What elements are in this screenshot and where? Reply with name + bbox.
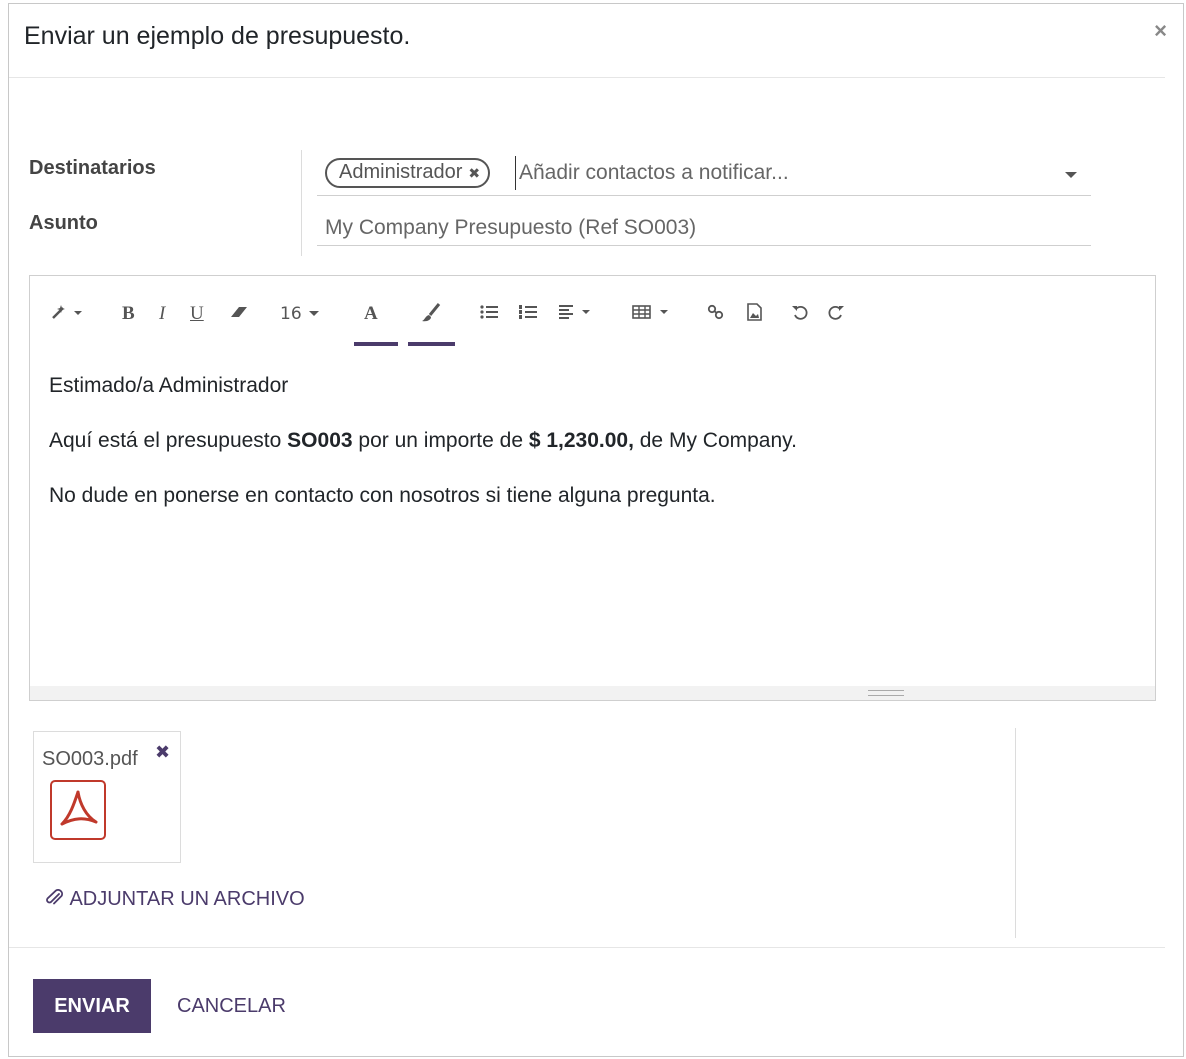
image-icon (747, 303, 762, 321)
underline-button[interactable]: U (190, 302, 204, 326)
paint-brush-icon (422, 303, 441, 322)
pdf-icon (50, 780, 106, 840)
recipients-label: Destinatarios (29, 157, 156, 179)
quote-summary-line: Aquí está el presupuesto SO003 por un im… (49, 429, 797, 484)
italic-button[interactable]: I (159, 302, 165, 326)
subject-field[interactable]: My Company Presupuesto (Ref SO003) (317, 208, 1091, 246)
quote-reference: SO003 (287, 429, 353, 452)
send-button[interactable]: ENVIAR (33, 979, 151, 1033)
link-button[interactable] (706, 302, 726, 329)
attachments-divider (1015, 728, 1016, 938)
cancel-button[interactable]: CANCELAR (169, 979, 294, 1033)
highlight-color-swatch (408, 342, 455, 346)
summary-mid: por un importe de (352, 429, 529, 452)
numbered-list-icon (519, 305, 537, 319)
recipient-tag-label: Administrador (339, 161, 463, 183)
recipient-tag: Administrador ✖ (325, 158, 491, 188)
editor-toolbar: B I U 16 A (30, 276, 1155, 352)
eraser-icon (231, 307, 247, 317)
bullet-list-icon (480, 305, 498, 319)
style-dropdown[interactable] (50, 302, 84, 329)
bold-button[interactable]: B (122, 302, 135, 326)
recipients-field[interactable]: Administrador ✖ (317, 154, 1091, 196)
remove-attachment-icon[interactable]: ✖ (155, 742, 170, 763)
redo-button[interactable] (826, 302, 846, 329)
link-icon (707, 304, 724, 320)
font-color-swatch (354, 342, 398, 346)
font-size-value: 16 (280, 304, 302, 324)
subject-label: Asunto (29, 212, 98, 234)
close-icon[interactable]: × (1154, 18, 1167, 44)
undo-button[interactable] (790, 302, 810, 329)
undo-icon (792, 305, 808, 320)
font-color-button[interactable]: A (364, 302, 378, 326)
quote-amount: $ 1,230.00, (528, 429, 634, 452)
footer-divider (9, 947, 1165, 948)
editor-content[interactable]: Estimado/a Administrador Aquí está el pr… (49, 374, 797, 539)
remove-recipient-icon[interactable]: ✖ (468, 165, 480, 181)
summary-post: de My Company. (633, 429, 797, 452)
send-quotation-dialog: Enviar un ejemplo de presupuesto. × Dest… (8, 3, 1184, 1057)
attachment-card[interactable]: SO003.pdf ✖ (33, 731, 181, 863)
grip-icon (868, 690, 904, 696)
magic-wand-icon (52, 305, 82, 319)
align-left-icon (559, 305, 590, 319)
eraser-button[interactable] (228, 302, 250, 329)
html-editor: B I U 16 A Estimado/a Administrador Aquí… (29, 275, 1156, 701)
chevron-down-icon (309, 311, 320, 316)
table-icon (632, 305, 668, 319)
dialog-header: Enviar un ejemplo de presupuesto. (9, 4, 1165, 78)
greeting-line: Estimado/a Administrador (49, 374, 289, 397)
image-button[interactable] (744, 302, 764, 329)
label-divider (301, 150, 302, 256)
attach-file-label: ADJUNTAR UN ARCHIVO (69, 888, 305, 910)
attach-file-link[interactable]: ADJUNTAR UN ARCHIVO (45, 888, 305, 911)
table-dropdown[interactable] (632, 302, 672, 329)
dialog-title: Enviar un ejemplo de presupuesto. (24, 22, 411, 50)
attachment-name: SO003.pdf (42, 748, 138, 770)
redo-icon (828, 305, 844, 320)
font-size-dropdown[interactable]: 16 (280, 302, 321, 326)
numbered-list-button[interactable] (518, 302, 538, 329)
highlight-button[interactable] (420, 302, 444, 331)
bullet-list-button[interactable] (479, 302, 499, 329)
summary-pre: Aquí está el presupuesto (49, 429, 288, 452)
recipients-input[interactable] (515, 156, 1055, 190)
contact-line: No dude en ponerse en contacto con nosot… (49, 484, 716, 507)
align-dropdown[interactable] (558, 302, 594, 329)
chevron-down-icon[interactable] (1065, 172, 1077, 178)
paperclip-icon (46, 889, 63, 905)
editor-resize-handle[interactable] (30, 686, 1155, 700)
